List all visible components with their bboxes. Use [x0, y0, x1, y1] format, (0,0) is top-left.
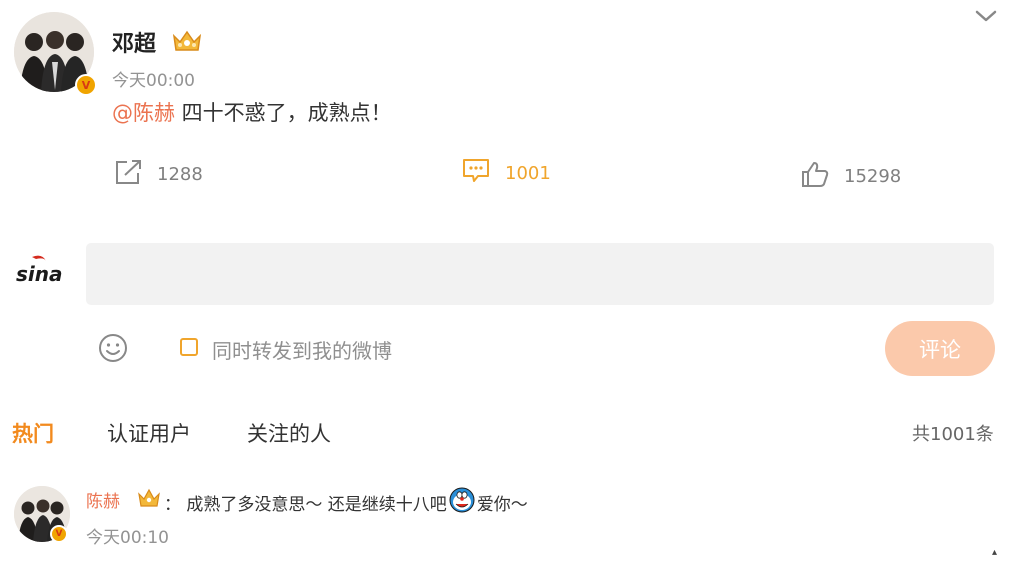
comment-count: 1001 — [505, 163, 551, 184]
comment-button[interactable]: 1001 — [461, 157, 551, 190]
emoji-icon[interactable] — [97, 332, 129, 368]
total-comment-count: 共1001条 — [912, 424, 994, 445]
post-time: 今天00:00 — [112, 71, 195, 91]
tab-following[interactable]: 关注的人 — [247, 418, 331, 448]
svg-text:sina: sina — [16, 262, 63, 286]
sina-logo: sina — [14, 255, 70, 287]
doraemon-emoji-icon — [449, 487, 475, 518]
chevron-down-icon[interactable] — [974, 8, 998, 28]
repost-count: 1288 — [157, 164, 203, 185]
share-icon — [113, 158, 143, 191]
like-count: 15298 — [844, 166, 902, 187]
like-button[interactable]: 15298 — [800, 160, 901, 193]
verified-badge-icon: V — [75, 74, 97, 96]
comment-input[interactable] — [86, 243, 994, 305]
comment-text-part: ： 成熟了多没意思～ 还是继续十八吧 — [164, 495, 447, 515]
tab-verified-users[interactable]: 认证用户 — [107, 418, 191, 448]
post-content: @陈赫 四十不惑了，成熟点！ — [112, 97, 392, 127]
comment-text: ： 成熟了多没意思～ 还是继续十八吧 爱你～ — [164, 487, 528, 518]
tab-hot[interactable]: 热门 — [12, 418, 54, 448]
forward-checkbox[interactable] — [180, 338, 198, 356]
post-text: 四十不惑了，成熟点！ — [175, 101, 392, 125]
commenter-name[interactable]: 陈赫 — [86, 487, 120, 512]
comment-icon — [461, 157, 491, 190]
forward-label[interactable]: 同时转发到我的微博 — [212, 335, 392, 364]
author-name[interactable]: 邓超 — [112, 26, 156, 58]
crown-icon — [137, 487, 161, 513]
comment-text-part: 爱你～ — [476, 495, 528, 515]
repost-button[interactable]: 1288 — [113, 158, 203, 191]
comment-time: 今天00:10 — [86, 528, 169, 548]
submit-comment-button[interactable]: 评论 — [885, 321, 995, 376]
verified-badge-icon: V — [50, 525, 68, 543]
corner-mark: ▴ — [992, 547, 998, 558]
like-icon — [800, 160, 830, 193]
mention-link[interactable]: @陈赫 — [112, 101, 175, 125]
crown-icon — [171, 28, 203, 58]
